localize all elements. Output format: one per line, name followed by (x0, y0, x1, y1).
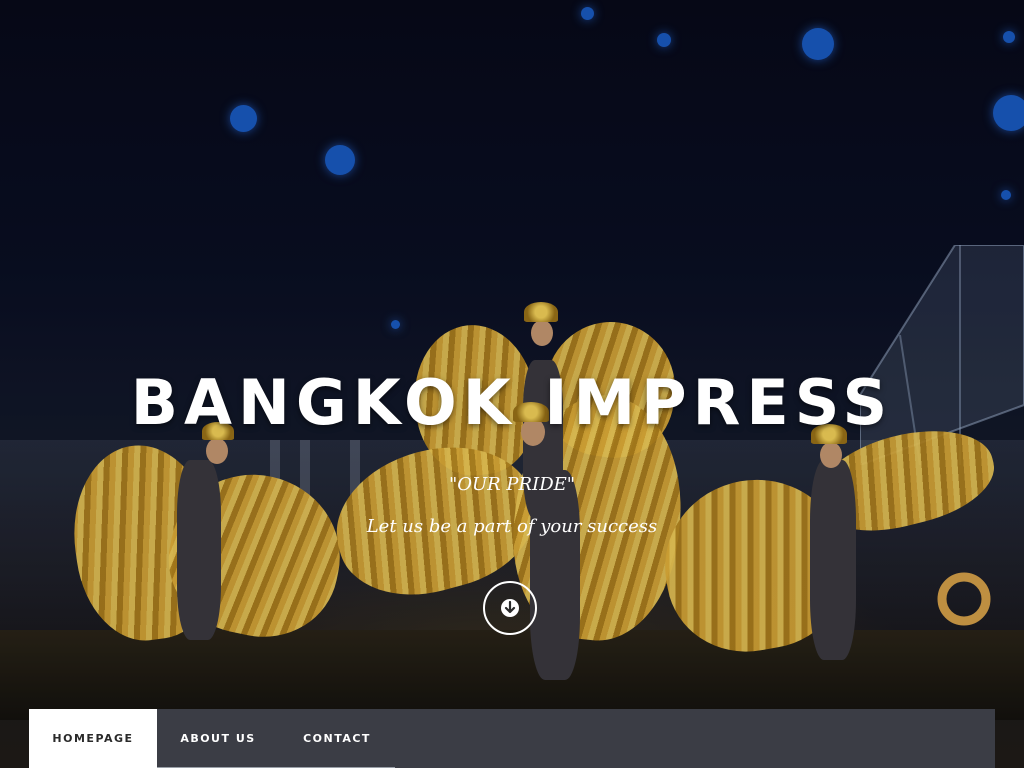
main-navigation: HOMEPAGE ABOUT US CONTACT (29, 709, 995, 768)
arrow-down-icon (501, 599, 519, 617)
nav-item-about-us[interactable]: ABOUT US (157, 709, 279, 768)
site-title: BANGKOK IMPRESS (130, 366, 894, 439)
hero-tagline: Let us be a part of your success (366, 516, 658, 537)
nav-item-contact[interactable]: CONTACT (279, 709, 395, 768)
hero-subtitle: "OUR PRIDE" (448, 474, 576, 495)
scroll-down-button[interactable] (483, 581, 537, 635)
nav-item-homepage[interactable]: HOMEPAGE (29, 709, 157, 768)
